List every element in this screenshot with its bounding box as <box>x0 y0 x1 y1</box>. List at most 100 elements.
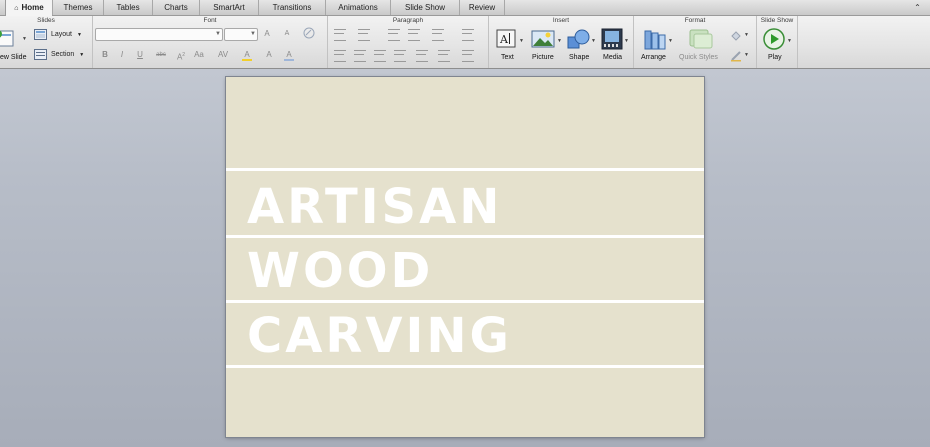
text-color-button[interactable]: A <box>283 49 295 61</box>
media-dropdown-icon: ▼ <box>624 38 629 44</box>
tab-animations[interactable]: Animations <box>325 0 390 15</box>
superscript-button[interactable]: A2 <box>175 49 187 62</box>
text-color-swatch <box>284 59 294 61</box>
media-icon <box>601 28 623 50</box>
group-insert: Insert A ▼ Text ▼ Picture ▼ Shape ▼ Medi… <box>489 16 634 68</box>
decrease-indent-icon[interactable] <box>388 29 400 41</box>
text-effects-button[interactable]: A <box>263 49 275 61</box>
home-icon: ⌂ <box>14 5 19 12</box>
slide-title-line-1[interactable]: ARTISAN <box>247 183 502 231</box>
grow-font-button[interactable]: A <box>261 28 273 40</box>
layout-dropdown-icon: ▼ <box>76 32 82 39</box>
collapse-ribbon-button[interactable]: ⌃ <box>913 3 922 12</box>
tab-themes[interactable]: Themes <box>52 0 103 15</box>
highlight-swatch <box>242 59 252 61</box>
text-direction-icon[interactable] <box>416 50 428 62</box>
slide-title-line-3[interactable]: CARVING <box>247 312 512 360</box>
slide-canvas[interactable]: ARTISAN WOOD CARVING <box>226 77 704 437</box>
insert-picture-button[interactable]: ▼ Picture <box>529 26 563 66</box>
new-slide-button[interactable]: ▼ ew Slide <box>0 26 30 66</box>
insert-text-button[interactable]: A ▼ Text <box>494 26 524 66</box>
increase-indent-icon[interactable] <box>408 29 420 41</box>
slide-divider-line <box>226 168 704 171</box>
shape-dropdown-icon: ▼ <box>591 38 596 44</box>
line-spacing-icon[interactable] <box>432 29 444 41</box>
tab-home-label: Home <box>21 3 44 12</box>
play-label: Play <box>768 54 782 61</box>
group-slide-show-title: Slide Show <box>760 17 794 24</box>
slide-divider-line <box>226 300 704 303</box>
bullets-icon[interactable] <box>334 29 346 41</box>
new-slide-icon <box>0 30 14 47</box>
tab-smartart[interactable]: SmartArt <box>199 0 258 15</box>
tab-home[interactable]: ⌂ Home <box>5 0 53 16</box>
columns-icon[interactable] <box>462 29 474 41</box>
slide-divider-line <box>226 235 704 238</box>
arrange-icon <box>644 30 666 50</box>
tab-slide-show[interactable]: Slide Show <box>390 0 459 15</box>
highlight-button[interactable]: A <box>241 49 253 61</box>
section-button[interactable]: Section ▼ <box>34 49 84 61</box>
bold-label: B <box>102 50 108 59</box>
font-size-combo[interactable]: ▼ <box>224 28 258 41</box>
arrange-dropdown-icon: ▼ <box>668 38 673 44</box>
numbering-icon[interactable] <box>358 29 370 41</box>
align-center-icon[interactable] <box>354 50 366 62</box>
font-name-combo[interactable]: ▼ <box>95 28 223 41</box>
text-box-icon: A <box>496 29 516 48</box>
italic-button[interactable]: I <box>116 49 128 61</box>
paint-bucket-icon <box>731 31 741 41</box>
insert-media-button[interactable]: ▼ Media <box>599 26 631 66</box>
strikethrough-label: abc <box>156 52 166 58</box>
play-dropdown-icon: ▼ <box>787 38 792 44</box>
slide-title-line-2[interactable]: WOOD <box>247 247 433 295</box>
underline-label: U <box>137 50 143 59</box>
ribbon-tab-bar: ⌂ Home Themes Tables Charts SmartArt Tran… <box>0 0 930 16</box>
new-slide-label: ew Slide <box>0 54 27 61</box>
insert-picture-label: Picture <box>532 54 554 61</box>
character-spacing-button[interactable]: AV <box>217 49 229 61</box>
arrange-label: Arrange <box>641 54 666 61</box>
line-color-button[interactable]: ▼ <box>730 49 750 62</box>
svg-text:A: A <box>499 33 509 46</box>
tab-transitions[interactable]: Transitions <box>258 0 325 15</box>
strikethrough-button[interactable]: abc <box>153 49 169 61</box>
play-button[interactable]: ▼ Play <box>761 26 795 66</box>
align-right-icon[interactable] <box>374 50 386 62</box>
picture-dropdown-icon: ▼ <box>557 38 562 44</box>
quick-styles-button[interactable]: Quick Styles <box>678 26 726 66</box>
layout-button[interactable]: Layout ▼ <box>34 29 82 41</box>
grow-font-label: A <box>264 29 270 38</box>
italic-label: I <box>120 50 124 59</box>
insert-text-label: Text <box>501 54 514 61</box>
tab-tables[interactable]: Tables <box>103 0 152 15</box>
group-insert-title: Insert <box>552 17 570 24</box>
clear-formatting-button[interactable] <box>303 27 315 39</box>
shape-icon <box>567 29 590 49</box>
group-paragraph: Paragraph <box>328 16 489 68</box>
group-paragraph-title: Paragraph <box>392 17 424 24</box>
insert-shape-label: Shape <box>569 54 590 61</box>
text-color-label: A <box>244 50 250 59</box>
group-slides: Slides ▼ ew Slide Layout ▼ Section ▼ <box>0 16 93 68</box>
arrange-button[interactable]: ▼ Arrange <box>638 26 674 66</box>
section-dropdown-icon: ▼ <box>79 52 85 59</box>
justify-icon[interactable] <box>394 50 406 62</box>
picture-icon <box>531 30 555 48</box>
new-slide-dropdown-icon: ▼ <box>22 36 27 42</box>
change-case-button[interactable]: Aa <box>193 49 205 61</box>
align-left-icon[interactable] <box>334 50 346 62</box>
font-size-dropdown-icon: ▼ <box>250 31 256 37</box>
tab-charts[interactable]: Charts <box>152 0 199 15</box>
bold-button[interactable]: B <box>99 49 111 61</box>
tab-review[interactable]: Review <box>459 0 505 15</box>
shrink-font-button[interactable]: A <box>281 28 293 40</box>
slide-divider-line <box>226 365 704 368</box>
section-label: Section <box>50 51 75 59</box>
smartart-convert-icon[interactable] <box>462 50 474 62</box>
align-text-icon[interactable] <box>438 50 450 62</box>
section-icon <box>34 49 47 60</box>
insert-shape-button[interactable]: ▼ Shape <box>565 26 597 66</box>
underline-button[interactable]: U <box>134 49 146 61</box>
fill-color-button[interactable]: ▼ <box>730 29 750 41</box>
